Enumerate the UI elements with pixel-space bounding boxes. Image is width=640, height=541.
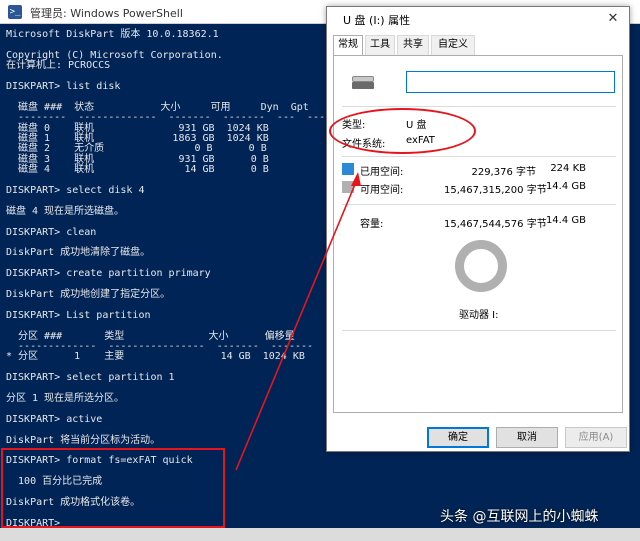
console-line: DISKPART> active bbox=[6, 413, 103, 425]
console-line: DiskPart 成功地创建了指定分区。 bbox=[6, 289, 171, 300]
powershell-title: 管理员: Windows PowerShell bbox=[30, 7, 183, 20]
tab-customize[interactable]: 自定义 bbox=[431, 35, 475, 55]
console-line: 在计算机上: PCROCCS bbox=[6, 60, 111, 72]
capacity-label: 容量: bbox=[360, 219, 384, 230]
console-line: DiskPart 将当前分区标为活动。 bbox=[6, 434, 161, 446]
ok-button[interactable]: 确定 bbox=[427, 427, 489, 448]
highlight-box bbox=[1, 448, 225, 528]
capacity-bytes: 15,467,544,576 字节 bbox=[444, 219, 547, 230]
console-line: 磁盘 4 现在是所选磁盘。 bbox=[6, 205, 125, 217]
divider bbox=[342, 204, 616, 205]
console-line: 分区 1 现在是所选分区。 bbox=[6, 393, 125, 404]
divider bbox=[342, 156, 616, 157]
console-line: DISKPART> clean bbox=[6, 226, 97, 238]
used-space-size: 224 KB bbox=[550, 163, 586, 174]
console-line: DISKPART> select partition 1 bbox=[6, 372, 175, 384]
tab-sharing[interactable]: 共享 bbox=[397, 35, 429, 55]
divider bbox=[342, 106, 616, 107]
drive-label: 驱动器 I: bbox=[459, 310, 499, 321]
apply-button[interactable]: 应用(A) bbox=[565, 427, 627, 448]
console-line: DISKPART> list disk bbox=[6, 81, 121, 92]
watermark: 头条 @互联网上的小蜘蛛 bbox=[440, 509, 599, 525]
dialog-title: U 盘 (I:) 属性 bbox=[343, 14, 411, 27]
used-space-bytes: 229,376 字节 bbox=[471, 167, 536, 178]
divider bbox=[342, 330, 616, 331]
desktop-strip-bottom bbox=[0, 528, 640, 541]
free-space-bytes: 15,467,315,200 字节 bbox=[444, 185, 547, 196]
powershell-icon: >_ bbox=[8, 5, 22, 19]
usage-donut-chart bbox=[455, 240, 507, 292]
console-line: 磁盘 4 联机 14 GB 0 B bbox=[6, 164, 269, 176]
cancel-button[interactable]: 取消 bbox=[496, 427, 558, 448]
capacity-size: 14.4 GB bbox=[545, 215, 586, 226]
free-space-swatch bbox=[342, 181, 354, 193]
properties-dialog[interactable]: U 盘 (I:) 属性 ✕ 常规 工具 共享 自定义 类型: U 盘 文件系统:… bbox=[326, 6, 630, 452]
console-line: DISKPART> create partition primary bbox=[6, 268, 211, 280]
console-line: DISKPART> select disk 4 bbox=[6, 185, 145, 196]
usb-drive-icon bbox=[352, 74, 374, 90]
free-space-size: 14.4 GB bbox=[545, 181, 586, 192]
used-space-swatch bbox=[342, 163, 354, 175]
used-space-label: 已用空间: bbox=[360, 167, 404, 178]
dialog-titlebar[interactable]: U 盘 (I:) 属性 ✕ bbox=[327, 7, 629, 31]
console-line: Microsoft DiskPart 版本 10.0.18362.1 bbox=[6, 29, 219, 40]
close-icon[interactable]: ✕ bbox=[603, 10, 623, 28]
console-line: * 分区 1 主要 14 GB 1024 KB bbox=[6, 351, 305, 363]
volume-name-input[interactable] bbox=[406, 71, 615, 93]
highlight-ellipse bbox=[329, 108, 476, 154]
tab-tools[interactable]: 工具 bbox=[365, 35, 395, 55]
free-space-label: 可用空间: bbox=[360, 185, 404, 196]
console-line: DiskPart 成功地清除了磁盘。 bbox=[6, 247, 151, 259]
tab-general[interactable]: 常规 bbox=[333, 35, 363, 56]
console-line: DISKPART> List partition bbox=[6, 309, 151, 321]
